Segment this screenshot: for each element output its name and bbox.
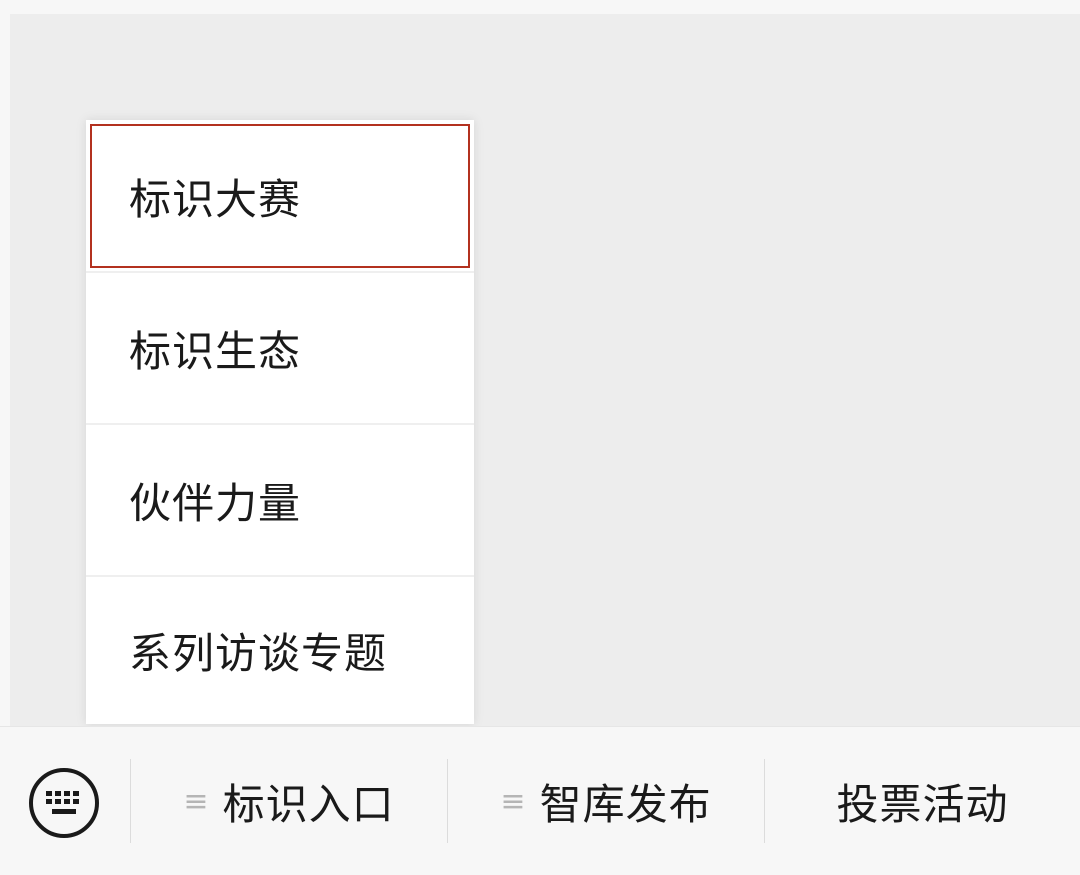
- menu-toupiao-huodong[interactable]: 投票活动: [765, 759, 1080, 843]
- menu-zhiku-fabu[interactable]: ≡ 智库发布: [448, 759, 764, 843]
- menu-biaoshi-rukou[interactable]: ≡ 标识入口: [131, 759, 447, 843]
- submenu-list-icon: ≡: [183, 783, 209, 819]
- keyboard-icon: [29, 768, 99, 838]
- bottom-menu-bar: ≡ 标识入口 ≡ 智库发布 投票活动: [0, 726, 1080, 875]
- submenu-popup: 标识大赛 标识生态 伙伴力量 系列访谈专题: [86, 120, 474, 724]
- submenu-item-xilie-fangtan[interactable]: 系列访谈专题: [86, 577, 474, 724]
- submenu-list-icon: ≡: [500, 783, 526, 819]
- submenu-item-label: 标识生态: [129, 326, 302, 376]
- submenu-item-label: 系列访谈专题: [129, 629, 388, 678]
- menu-label: 标识入口: [222, 779, 395, 829]
- submenu-item-biaoshi-shengtai[interactable]: 标识生态: [86, 273, 474, 423]
- submenu-item-label: 伙伴力量: [129, 478, 302, 528]
- submenu-item-label: 标识大赛: [129, 174, 302, 224]
- keyboard-toggle-button[interactable]: [28, 767, 100, 839]
- submenu-item-biaoshi-dasai[interactable]: 标识大赛: [90, 124, 470, 268]
- submenu-item-huoban-liliang[interactable]: 伙伴力量: [86, 425, 474, 575]
- menu-label: 智库发布: [539, 779, 712, 829]
- menu-label: 投票活动: [836, 779, 1009, 829]
